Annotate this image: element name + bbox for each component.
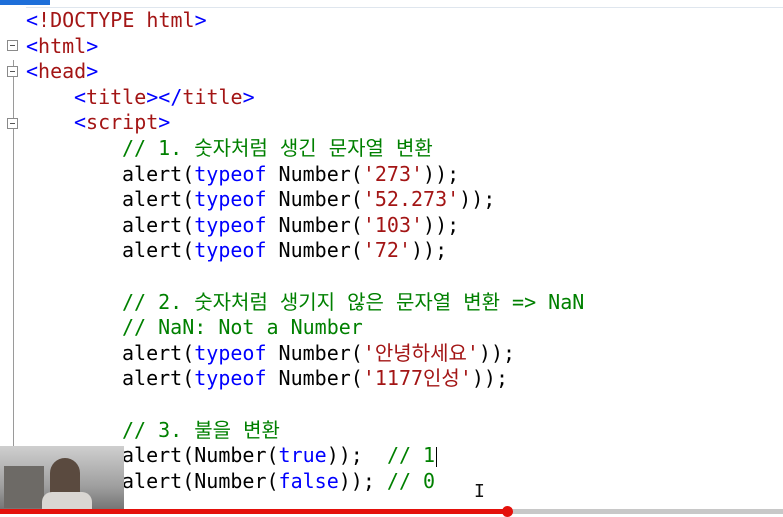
fold-toggle-head-icon[interactable]	[7, 66, 18, 77]
code-line[interactable]: <head>	[26, 58, 98, 84]
code-token: typeof	[194, 340, 267, 365]
active-tab-indicator	[0, 0, 50, 5]
code-token: ));	[478, 340, 516, 365]
code-token: alert(	[122, 366, 195, 391]
code-line[interactable]: <html>	[26, 33, 98, 59]
code-token: >	[158, 110, 171, 135]
code-token: // 0	[374, 468, 436, 493]
code-token: alert(	[122, 238, 195, 263]
code-token: >	[86, 33, 99, 58]
code-line[interactable]: // 2. 숫자처럼 생기지 않은 문자열 변환 => NaN	[122, 289, 584, 315]
code-line[interactable]: <script>	[74, 109, 170, 135]
code-token: ></	[146, 84, 183, 109]
code-token: '103'	[362, 212, 424, 237]
code-token: ));	[411, 238, 448, 263]
code-token: alert(Number(	[122, 468, 279, 493]
code-line[interactable]: alert(Number(true)); // 1	[122, 442, 438, 468]
code-token: >	[194, 8, 207, 32]
code-token: <	[26, 59, 39, 84]
code-line[interactable]: <!DOCTYPE html>	[26, 7, 207, 33]
code-token: alert(	[122, 187, 195, 212]
code-token: true	[278, 443, 327, 468]
code-token: typeof	[194, 187, 267, 212]
code-token: alert(	[122, 161, 195, 186]
code-token: Number(	[266, 161, 363, 186]
code-token: head	[38, 59, 87, 84]
code-token: Number(	[266, 212, 363, 237]
code-token: alert(	[122, 340, 195, 365]
code-token: '273'	[362, 161, 424, 186]
editor-gutter	[0, 7, 26, 514]
code-token: !DOCTYPE html	[38, 8, 195, 32]
webcam-shelf	[4, 466, 44, 508]
code-token: '1177인성'	[362, 366, 472, 391]
code-line[interactable]: alert(typeof Number('안녕하세요'));	[122, 340, 515, 366]
code-token: alert(Number(	[122, 443, 279, 468]
code-line[interactable]: // 3. 불을 변환	[122, 417, 280, 443]
code-token: ));	[423, 212, 460, 237]
code-token: // NaN: Not a Number	[122, 315, 363, 340]
code-line[interactable]: alert(typeof Number('52.273'));	[122, 186, 495, 212]
video-progress-bar[interactable]	[0, 506, 783, 517]
code-token: <	[74, 110, 87, 135]
code-token: typeof	[194, 161, 267, 186]
code-token: Number(	[266, 340, 363, 365]
code-token: '72'	[362, 238, 411, 263]
video-progress-thumb[interactable]	[501, 506, 513, 517]
fold-toggle-html-icon[interactable]	[7, 40, 18, 51]
code-token: typeof	[194, 212, 267, 237]
code-token: Number(	[266, 238, 363, 263]
caret	[436, 446, 438, 467]
code-token: ));	[338, 468, 375, 493]
code-token: <	[74, 84, 87, 109]
code-token: alert(	[122, 212, 195, 237]
code-token: title	[182, 84, 243, 109]
code-token: '52.273'	[362, 187, 460, 212]
code-token: <	[26, 8, 39, 32]
webcam-overlay	[0, 446, 124, 514]
code-token: Number(	[266, 187, 363, 212]
code-line[interactable]: alert(typeof Number('72'));	[122, 237, 447, 263]
code-line[interactable]: <title></title>	[74, 84, 255, 110]
code-token: <	[26, 33, 39, 58]
code-line[interactable]: // NaN: Not a Number	[122, 314, 363, 340]
code-line[interactable]: alert(typeof Number('273'));	[122, 161, 459, 187]
code-token: ));	[423, 161, 460, 186]
code-token: typeof	[194, 238, 267, 263]
code-token: >	[242, 84, 255, 109]
code-token: >	[86, 59, 99, 84]
code-token: ));	[459, 187, 496, 212]
code-token: false	[278, 468, 339, 493]
code-token: // 3. 불을 변환	[122, 417, 280, 442]
code-token: Number(	[266, 366, 363, 391]
code-token: // 2. 숫자처럼 생기지 않은 문자열 변환 => NaN	[122, 289, 585, 314]
code-token: ));	[326, 443, 387, 468]
code-token: typeof	[194, 366, 267, 391]
code-token: // 1	[386, 443, 436, 468]
code-line[interactable]: alert(Number(false)); // 0	[122, 468, 435, 494]
code-token: // 1. 숫자처럼 생긴 문자열 변환	[122, 136, 433, 160]
code-token: title	[86, 84, 147, 109]
code-token: '안녕하세요'	[362, 340, 479, 365]
code-line[interactable]: alert(typeof Number('103'));	[122, 212, 459, 238]
fold-toggle-script-icon[interactable]	[7, 118, 18, 129]
code-token: script	[86, 110, 159, 135]
code-line[interactable]: alert(typeof Number('1177인성'));	[122, 365, 508, 391]
code-token: html	[38, 33, 87, 58]
text-cursor-ibeam-icon: I	[474, 481, 485, 502]
code-token: ));	[471, 366, 508, 391]
video-progress-fill	[0, 509, 507, 514]
code-line[interactable]: // 1. 숫자처럼 생긴 문자열 변환	[122, 135, 433, 161]
